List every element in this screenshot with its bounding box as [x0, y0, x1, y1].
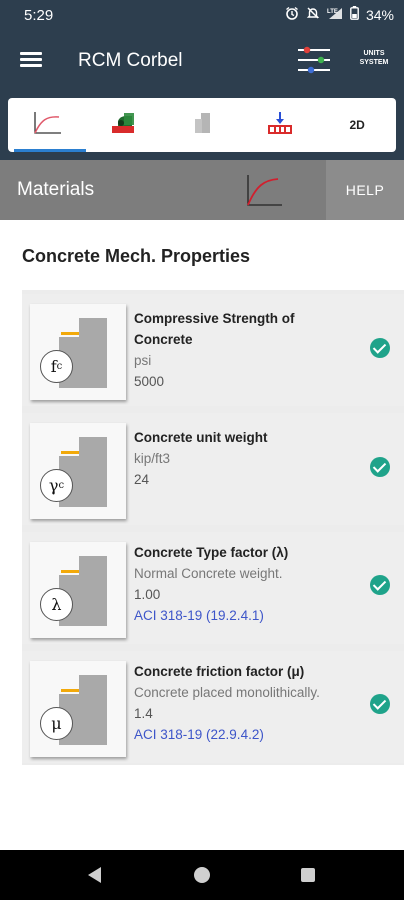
system-label: SYSTEM [359, 59, 389, 66]
section-header: Materials HELP [0, 160, 404, 220]
tab-2d-label: 2D [349, 118, 365, 132]
battery-percent: 34% [365, 6, 394, 23]
mute-icon [306, 6, 320, 23]
tab-geometry[interactable] [163, 98, 241, 152]
property-value: 1.00 [134, 587, 161, 602]
tab-loads[interactable] [86, 98, 164, 152]
app-bar: RCM Corbel UNITS SYSTEM [0, 32, 404, 90]
property-name: Concrete unit weight [134, 430, 268, 445]
corbel-accent-line [61, 689, 79, 692]
property-name: Compressive Strength of Concrete [134, 311, 295, 347]
stress-strain-chart-icon [244, 174, 284, 208]
check-icon [370, 694, 390, 714]
property-card-type-factor[interactable]: λ Concrete Type factor (λ) Normal Concre… [22, 532, 404, 644]
property-text: Concrete Type factor (λ) Normal Concrete… [134, 542, 356, 626]
property-text: Concrete friction factor (μ) Concrete pl… [134, 661, 356, 745]
symbol-subscript: c [58, 480, 65, 491]
home-icon[interactable] [194, 867, 210, 883]
corbel-thumbnail: μ [30, 661, 126, 757]
property-unit: psi [134, 353, 152, 368]
tab-materials[interactable] [8, 98, 86, 152]
status-icons: LTE 34% [285, 6, 394, 23]
app-title: RCM Corbel [78, 50, 183, 71]
settings-sliders-icon[interactable] [296, 44, 332, 76]
corbel-shape-icon [191, 111, 213, 140]
lte-signal-icon: LTE [327, 6, 343, 23]
status-time: 5:29 [24, 7, 54, 24]
back-icon[interactable] [88, 867, 101, 883]
property-card-friction-factor[interactable]: μ Concrete friction factor (μ) Concrete … [22, 651, 404, 763]
corbel-thumbnail: λ [30, 542, 126, 638]
tab-bar: 2D [8, 98, 396, 152]
units-system-button[interactable]: UNITS SYSTEM [354, 49, 394, 67]
group-title: Concrete Mech. Properties [22, 246, 251, 266]
corbel-column-shape [79, 318, 107, 388]
menu-icon[interactable] [20, 52, 42, 68]
symbol-text: λ [51, 595, 62, 614]
tab-supports[interactable] [241, 98, 319, 152]
symbol-text: γ [48, 476, 59, 495]
symbol-badge: γc [40, 469, 73, 502]
property-value: 1.4 [134, 706, 153, 721]
property-unit: kip/ft3 [134, 451, 171, 466]
symbol-subscript: c [56, 361, 63, 372]
alarm-icon [285, 6, 299, 23]
corbel-column-shape [79, 437, 107, 507]
property-card-compressive-strength[interactable]: fc Compressive Strength of Concrete psi … [22, 294, 404, 406]
section-title: Materials [17, 179, 95, 200]
corbel-column-shape [79, 556, 107, 626]
check-icon [370, 457, 390, 477]
help-button[interactable]: HELP [326, 160, 404, 220]
aci-reference-link[interactable]: ACI 318-19 (22.9.4.2) [134, 724, 356, 745]
property-name: Concrete Type factor (λ) [134, 545, 289, 560]
check-icon [370, 575, 390, 595]
corbel-column-shape [79, 675, 107, 745]
corbel-accent-line [61, 451, 79, 454]
symbol-badge: λ [40, 588, 73, 621]
corbel-accent-line [61, 332, 79, 335]
property-card-unit-weight[interactable]: γc Concrete unit weight kip/ft3 24 [22, 413, 404, 525]
property-text: Concrete unit weight kip/ft3 24 [134, 427, 356, 490]
property-description: Concrete placed monolithically. [134, 685, 320, 700]
property-value: 5000 [134, 374, 165, 389]
corbel-thumbnail: γc [30, 423, 126, 519]
materials-content: Concrete Mech. Properties fc Compressive… [0, 220, 404, 850]
aci-reference-link[interactable]: ACI 318-19 (19.2.4.1) [134, 605, 356, 626]
units-label: UNITS [363, 50, 385, 57]
stress-strain-curve-icon [31, 110, 63, 141]
symbol-text: μ [51, 714, 62, 733]
corbel-accent-line [61, 570, 79, 573]
battery-icon [350, 6, 359, 23]
recents-icon[interactable] [301, 868, 315, 882]
property-description: Normal Concrete weight. [134, 566, 283, 581]
symbol-badge: μ [40, 707, 73, 740]
property-name: Concrete friction factor (μ) [134, 664, 305, 679]
tab-2d[interactable]: 2D [318, 98, 396, 152]
corbel-thumbnail: fc [30, 304, 126, 400]
property-text: Compressive Strength of Concrete psi 500… [134, 308, 356, 392]
check-icon [370, 338, 390, 358]
corbel-load-icon [110, 111, 138, 140]
support-load-icon [267, 111, 293, 140]
status-bar: 5:29 LTE 34% [0, 0, 404, 32]
property-value: 24 [134, 472, 150, 487]
system-nav-bar [0, 850, 404, 900]
symbol-badge: fc [40, 350, 73, 383]
tabs-container: 2D [0, 90, 404, 160]
